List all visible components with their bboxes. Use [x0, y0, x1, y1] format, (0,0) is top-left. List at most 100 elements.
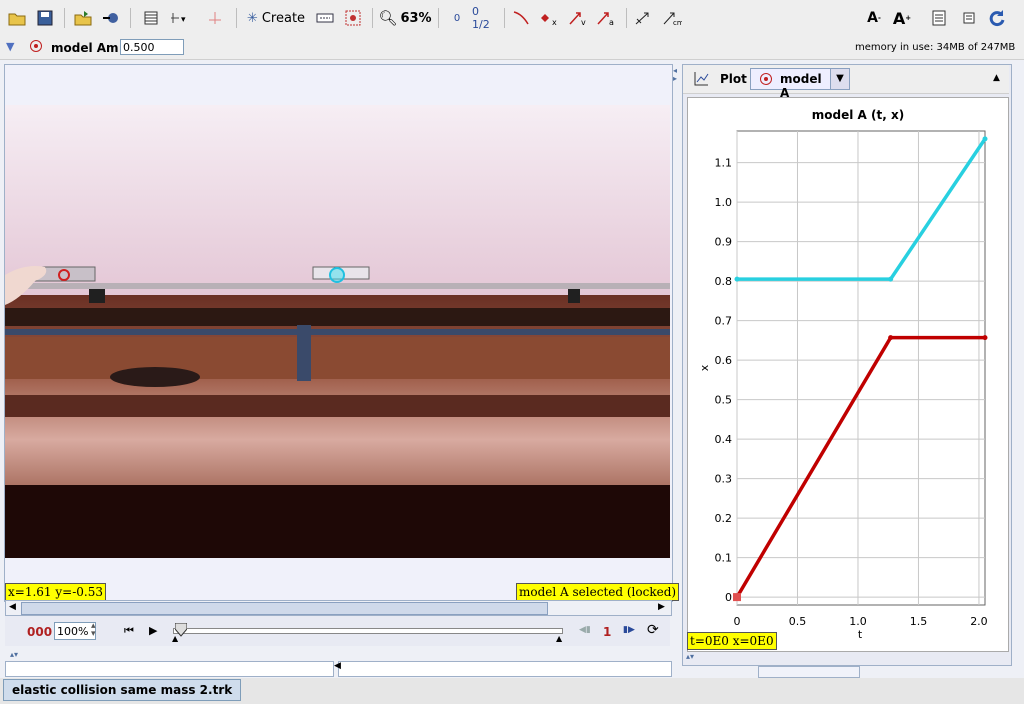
video-scrollbar[interactable]: ◀ ▶ — [5, 600, 672, 616]
series-point-1 — [734, 276, 740, 282]
model-b-marker — [329, 267, 345, 283]
file-tab[interactable]: elastic collision same mass 2.trk — [3, 679, 242, 701]
series-point-0 — [888, 335, 894, 341]
file-tab-label: elastic collision same mass 2.trk — [12, 683, 233, 697]
export-icon[interactable] — [100, 7, 122, 29]
frame-counter[interactable]: 000 — [27, 625, 52, 639]
y-tick-label: 1.1 — [715, 157, 733, 170]
step-forward-icon[interactable]: ▮▶ — [623, 625, 635, 635]
save-icon[interactable] — [34, 7, 56, 29]
end-marker-icon[interactable]: ▲ — [556, 634, 562, 643]
memory-status: memory in use: 34MB of 247MB — [855, 42, 1016, 53]
svg-text:cm: cm — [673, 19, 682, 26]
refresh-icon[interactable] — [986, 7, 1008, 29]
magnifier-icon: 🔍︎ — [378, 9, 398, 27]
create-button[interactable]: ✳ Create — [246, 7, 306, 29]
open-file-icon[interactable] — [6, 7, 28, 29]
calibration-icon[interactable] — [204, 7, 226, 29]
coordinate-axes-icon[interactable]: ▾ — [168, 7, 198, 29]
rate-spinner-icon[interactable]: ▴ ▾ — [91, 622, 96, 639]
split-arrows-icon[interactable]: ◂ ▸ — [673, 67, 677, 83]
chart: model A (t, x) 0 0.5 1.0 1.5 2.0 0 0.1 0.2 0.3 0.… — [698, 108, 988, 641]
y-tick-label: 0.6 — [715, 354, 733, 367]
acceleration-icon[interactable]: a — [594, 7, 618, 29]
properties-icon[interactable] — [958, 7, 980, 29]
scroll-thumb[interactable] — [21, 602, 548, 615]
y-axis-label: x — [698, 364, 711, 371]
mass-field[interactable] — [120, 39, 184, 55]
y-tick-label: 0.5 — [715, 394, 733, 407]
plot-collapse-icon[interactable]: ▴▾ — [686, 652, 694, 661]
selected-point — [733, 593, 741, 602]
reset-icon[interactable]: ⏮ — [124, 624, 134, 638]
svg-text:v: v — [581, 18, 586, 26]
ordinal-button[interactable]: 0 — [448, 7, 466, 29]
svg-text:x: x — [552, 18, 557, 26]
x-axis-label: t — [858, 628, 863, 641]
velocity-icon[interactable]: v — [566, 7, 590, 29]
chart-title: model A (t, x) — [812, 108, 904, 122]
create-label: Create — [261, 10, 306, 26]
zoom-button[interactable]: 🔍︎ 63% — [378, 7, 432, 29]
plot-header: Plot model A ▼ ▲ — [683, 65, 1009, 100]
track-menu-icon[interactable]: ▼ — [6, 40, 14, 53]
playback-slider[interactable] — [173, 622, 563, 637]
scroll-left-icon[interactable]: ◀ — [9, 602, 16, 612]
main-toolbar: ▾ ✳ Create 🔍︎ 63% 0 0 1/2 x v a cm A- A + — [0, 0, 1024, 38]
position-icon[interactable]: x — [538, 7, 562, 29]
plot-area[interactable]: model A (t, x) 0 0.5 1.0 1.5 2.0 0 0.1 0.2 0.3 0.… — [687, 97, 1009, 652]
y-tick-label: 0.9 — [715, 236, 733, 249]
series-point-1 — [982, 136, 988, 142]
x-tick-label: 2.0 — [970, 615, 988, 628]
font-increase-icon[interactable]: A + — [890, 7, 914, 29]
track-name[interactable]: model A — [51, 41, 106, 55]
clip-settings-icon[interactable] — [140, 7, 162, 29]
plot-track-selector[interactable]: model A — [750, 68, 832, 100]
chevron-down-icon[interactable]: ▼ — [830, 68, 850, 90]
y-tick-label: 0.7 — [715, 315, 733, 328]
loop-icon[interactable]: ⟳ — [647, 622, 659, 638]
trail-icon[interactable] — [510, 7, 532, 29]
series-point-0 — [982, 335, 988, 341]
ordinal-label: 0 — [453, 12, 461, 24]
player-bar: 000 ▴▾ ⏮ ▶ ▲ ▲ ◀▮ 1 ▮▶ ⟳ — [5, 616, 670, 646]
step-button[interactable]: 0 1/2 — [472, 5, 496, 31]
start-marker-icon[interactable]: ▲ — [172, 634, 178, 643]
step-back-icon[interactable]: ◀▮ — [579, 625, 591, 635]
video-frame[interactable] — [5, 105, 670, 558]
track-control-icon[interactable] — [314, 7, 336, 29]
x-tick-label: 1.5 — [910, 615, 928, 628]
y-tick-label: 0.2 — [715, 512, 733, 525]
x-tick-label: 0 — [734, 615, 741, 628]
mass-label: m — [106, 41, 119, 55]
plot-axes-icon[interactable] — [693, 71, 709, 90]
divider-left-icon[interactable]: ◀ — [334, 661, 341, 671]
plot-tab-label[interactable]: Plot — [720, 72, 747, 86]
y-tick-label: 0 — [725, 591, 732, 604]
play-icon[interactable]: ▶ — [149, 624, 157, 637]
collapse-arrows-icon[interactable]: ▴▾ — [10, 650, 18, 659]
scroll-right-icon[interactable]: ▶ — [658, 602, 665, 612]
x-tick-label: 1.0 — [849, 615, 867, 628]
font-decrease-icon[interactable]: A- — [862, 7, 886, 29]
step-size[interactable]: 1 — [603, 625, 611, 639]
autotracker-icon[interactable] — [342, 7, 364, 29]
import-icon[interactable] — [72, 7, 94, 29]
video-image — [5, 105, 670, 558]
track-bar: ▼ model A m memory in use: 34MB of 247MB — [0, 37, 1024, 60]
lower-panel-right — [338, 661, 672, 677]
y-tick-label: 0.1 — [715, 552, 733, 565]
y-tick-label: 0.8 — [715, 275, 733, 288]
maximize-icon[interactable]: ▲ — [993, 73, 1000, 83]
vector-sum-icon[interactable] — [632, 7, 656, 29]
zoom-label: 63% — [400, 10, 432, 26]
x-tick-label: 0.5 — [789, 615, 807, 628]
coords-readout: x=1.61 y=-0.53 — [5, 583, 106, 601]
model-point-icon — [760, 73, 772, 85]
rate-field[interactable] — [54, 622, 96, 640]
svg-text:▾: ▾ — [181, 15, 186, 25]
center-of-mass-icon[interactable]: cm — [660, 7, 684, 29]
plot-track-name: model A — [780, 72, 822, 100]
lower-plot-tab[interactable] — [758, 666, 860, 678]
notes-icon[interactable] — [928, 7, 950, 29]
